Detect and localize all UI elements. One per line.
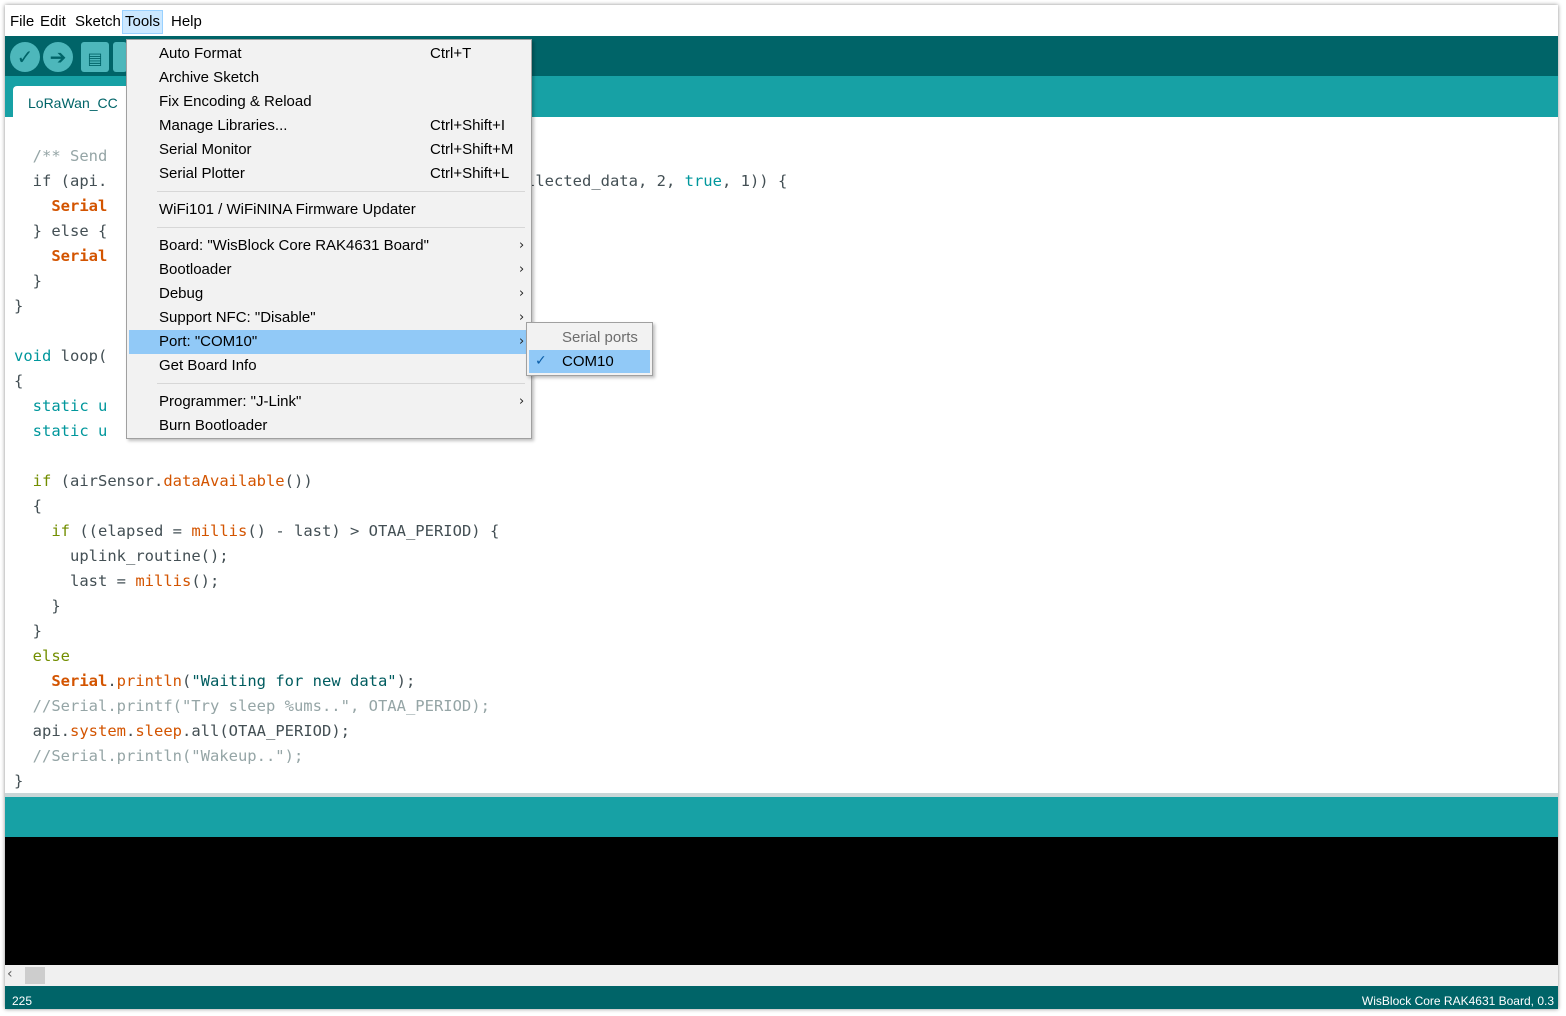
- menu-item-label: Programmer: "J-Link": [159, 393, 302, 410]
- menu-item-serial-monitor[interactable]: Serial Monitor Ctrl+Shift+M: [129, 138, 529, 162]
- menu-item-label: Manage Libraries...: [159, 117, 288, 134]
- menu-tools[interactable]: Tools: [122, 10, 164, 34]
- menu-item-debug[interactable]: Debug ›: [129, 282, 529, 306]
- document-icon: ▤: [87, 49, 103, 68]
- code-line: }: [14, 772, 24, 790]
- menu-item-programmer[interactable]: Programmer: "J-Link" ›: [129, 390, 529, 414]
- menu-item-auto-format[interactable]: Auto Format Ctrl+T: [129, 42, 529, 66]
- menu-item-label: Fix Encoding & Reload: [159, 93, 312, 110]
- menu-item-label: Support NFC: "Disable": [159, 309, 316, 326]
- tools-menu: Auto Format Ctrl+T Archive Sketch Fix En…: [126, 39, 532, 439]
- submenu-header: Serial ports: [562, 329, 638, 346]
- menu-item-port[interactable]: Port: "COM10" ›: [129, 330, 529, 354]
- menu-item-shortcut: Ctrl+Shift+L: [430, 165, 510, 182]
- check-icon: ✓: [535, 353, 547, 369]
- console-header: [5, 797, 1558, 837]
- menu-item-label: Board: "WisBlock Core RAK4631 Board": [159, 237, 429, 254]
- chevron-right-icon: ›: [519, 286, 525, 301]
- menu-item-burn-bootloader[interactable]: Burn Bootloader: [129, 414, 529, 438]
- ide-window: File Edit Sketch Tools Help ✓ ➔ ▤ LoRaWa…: [5, 5, 1558, 1009]
- code-line: if ((elapsed = millis() - last) > OTAA_P…: [51, 522, 500, 540]
- code-line: //Serial.println("Wakeup..");: [32, 747, 304, 765]
- menu-item-label: Serial Monitor: [159, 141, 252, 158]
- menu-item-label: Bootloader: [159, 261, 232, 278]
- menu-item-board[interactable]: Board: "WisBlock Core RAK4631 Board" ›: [129, 234, 529, 258]
- code-line: last = millis();: [70, 572, 220, 590]
- port-submenu: Serial ports ✓ COM10: [526, 322, 653, 376]
- menu-sketch[interactable]: Sketch: [73, 11, 123, 33]
- menu-item-label: Auto Format: [159, 45, 242, 62]
- menu-separator: [157, 227, 525, 228]
- menu-item-serial-plotter[interactable]: Serial Plotter Ctrl+Shift+L: [129, 162, 529, 186]
- chevron-right-icon: ›: [519, 334, 525, 349]
- chevron-right-icon: ›: [519, 310, 525, 325]
- menu-item-manage-libraries[interactable]: Manage Libraries... Ctrl+Shift+I: [129, 114, 529, 138]
- menu-item-label: Get Board Info: [159, 357, 257, 374]
- upload-button[interactable]: ➔: [43, 42, 73, 72]
- menu-item-label: WiFi101 / WiFiNINA Firmware Updater: [159, 201, 416, 218]
- menu-file[interactable]: File: [8, 11, 36, 33]
- code-line: else: [32, 647, 70, 665]
- menu-help[interactable]: Help: [169, 11, 204, 33]
- menu-item-archive-sketch[interactable]: Archive Sketch: [129, 66, 529, 90]
- menu-item-fix-encoding[interactable]: Fix Encoding & Reload: [129, 90, 529, 114]
- code-line: api.system.sleep.all(OTAA_PERIOD);: [32, 722, 350, 740]
- board-info: WisBlock Core RAK4631 Board, 0.3: [1361, 994, 1554, 1008]
- new-sketch-button[interactable]: ▤: [81, 42, 109, 72]
- menu-item-label: Archive Sketch: [159, 69, 260, 86]
- menu-item-shortcut: Ctrl+Shift+M: [430, 141, 514, 158]
- menu-item-get-board-info[interactable]: Get Board Info: [129, 354, 529, 378]
- menu-item-label: Debug: [159, 285, 204, 302]
- scrollbar-thumb[interactable]: [25, 967, 45, 984]
- menubar: File Edit Sketch Tools Help: [5, 5, 1558, 36]
- open-sketch-button[interactable]: [113, 42, 127, 72]
- code-line: uplink_routine();: [70, 547, 229, 565]
- menu-item-label: Serial Plotter: [159, 165, 245, 182]
- check-icon: ✓: [16, 45, 34, 69]
- code-line: }: [51, 597, 61, 615]
- menu-item-bootloader[interactable]: Bootloader ›: [129, 258, 529, 282]
- port-item-com10[interactable]: ✓ COM10: [529, 350, 650, 373]
- code-line: Serial.println("Waiting for new data");: [51, 672, 416, 690]
- code-line: //Serial.printf("Try sleep %ums..", OTAA…: [32, 697, 490, 715]
- menu-edit[interactable]: Edit: [38, 11, 68, 33]
- verify-button[interactable]: ✓: [10, 42, 40, 72]
- arrow-right-icon: ➔: [49, 45, 67, 69]
- scroll-left-icon[interactable]: ‹: [7, 966, 13, 982]
- code-line: if (airSensor.dataAvailable()): [32, 472, 313, 490]
- menu-item-support-nfc[interactable]: Support NFC: "Disable" ›: [129, 306, 529, 330]
- chevron-right-icon: ›: [519, 394, 525, 409]
- code-line: }: [32, 622, 43, 640]
- menu-item-label: Port: "COM10": [159, 333, 258, 350]
- chevron-right-icon: ›: [519, 262, 525, 277]
- menu-item-label: Burn Bootloader: [159, 417, 268, 434]
- port-label: COM10: [562, 353, 614, 370]
- status-bar: 225 WisBlock Core RAK4631 Board, 0.3: [5, 986, 1558, 1009]
- line-number: 225: [12, 994, 33, 1008]
- menu-item-shortcut: Ctrl+Shift+I: [430, 117, 506, 134]
- menu-separator: [157, 383, 525, 384]
- chevron-right-icon: ›: [519, 238, 525, 253]
- menu-item-shortcut: Ctrl+T: [430, 45, 472, 62]
- code-line: {: [32, 497, 43, 515]
- console-output: [5, 837, 1558, 965]
- menu-separator: [157, 191, 525, 192]
- menu-item-firmware-updater[interactable]: WiFi101 / WiFiNINA Firmware Updater: [129, 198, 529, 222]
- horizontal-scrollbar[interactable]: ‹: [5, 965, 1558, 986]
- tab-sketch[interactable]: LoRaWan_CC: [13, 86, 133, 117]
